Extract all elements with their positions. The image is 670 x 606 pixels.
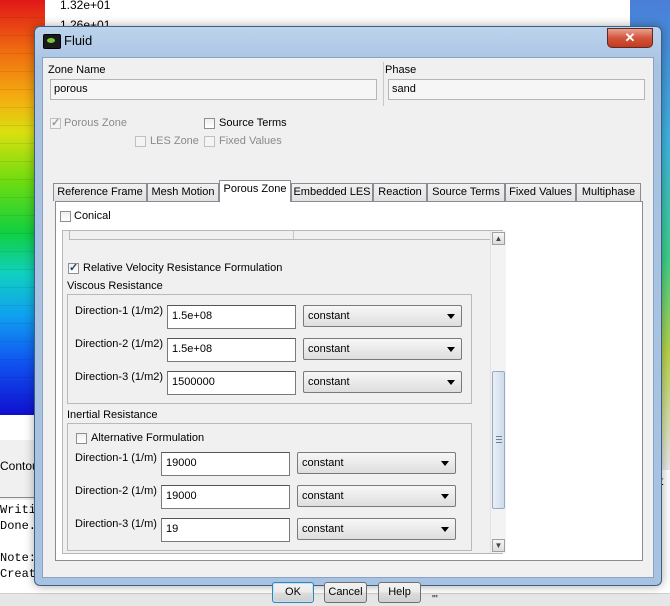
viscous-dir1-label: Direction-1 (1/m2) [75, 305, 164, 317]
upper-group-divider [293, 231, 294, 239]
phase-label: Phase [385, 64, 417, 76]
contours-label: Contou [0, 459, 39, 473]
chevron-down-icon [447, 314, 455, 319]
fixed-values-checkbox[interactable] [204, 136, 215, 147]
viscous-dir3-method-select[interactable]: constant [303, 371, 462, 393]
cancel-button[interactable]: Cancel [324, 582, 367, 603]
tab-embedded-les[interactable]: Embedded LES [291, 183, 373, 201]
viscous-dir2-label: Direction-2 (1/m2) [75, 338, 164, 350]
tab-reaction[interactable]: Reaction [373, 183, 427, 201]
chevron-down-icon [447, 380, 455, 385]
console-line-3: Note: [0, 551, 37, 565]
les-zone-label: LES Zone [150, 135, 199, 147]
dialog-client-area: Zone Name porous Phase sand Porous Zone … [42, 57, 654, 603]
fluent-app-icon [43, 34, 61, 49]
title-bar[interactable]: Fluid ✕ [35, 27, 661, 55]
alternative-formulation-label: Alternative Formulation [91, 432, 205, 444]
console-line-2: Done. [0, 519, 37, 533]
header-divider [383, 62, 384, 106]
conical-label: Conical [74, 210, 111, 222]
scroll-grip-icon [496, 436, 502, 443]
inertial-dir1-label: Direction-1 (1/m) [75, 452, 157, 464]
inertial-dir1-method-select[interactable]: constant [297, 452, 456, 474]
chevron-down-icon [441, 494, 449, 499]
console-line-1: Writi [0, 503, 37, 517]
viscous-dir2-method-select[interactable]: constant [303, 338, 462, 360]
window-title: Fluid [64, 33, 93, 48]
scrollbar-thumb[interactable] [492, 371, 505, 509]
zone-name-field[interactable]: porous [50, 79, 377, 100]
inertial-resistance-group: Alternative Formulation Direction-1 (1/m… [67, 423, 472, 551]
chevron-down-icon [441, 527, 449, 532]
conical-checkbox[interactable] [60, 211, 71, 222]
console-divider [0, 497, 34, 498]
legend-value-max: 1.32e+01 [60, 0, 111, 12]
vertical-scrollbar[interactable]: ▲ ▼ [490, 231, 506, 553]
phase-field[interactable]: sand [388, 79, 645, 100]
help-button[interactable]: Help [378, 582, 421, 603]
inertial-dir2-method-select[interactable]: constant [297, 485, 456, 507]
chevron-down-icon [441, 461, 449, 466]
les-zone-checkbox[interactable] [135, 136, 146, 147]
tab-fixed-values[interactable]: Fixed Values [505, 183, 576, 201]
source-terms-label: Source Terms [219, 117, 287, 129]
inertial-resistance-label: Inertial Resistance [67, 409, 158, 421]
tab-mesh-motion[interactable]: Mesh Motion [147, 183, 219, 201]
relative-velocity-checkbox[interactable] [68, 261, 79, 274]
porous-zone-checkbox[interactable] [50, 116, 61, 129]
viscous-resistance-group: Direction-1 (1/m2) 1.5e+08 constant Dire… [67, 294, 472, 404]
viscous-resistance-label: Viscous Resistance [67, 280, 163, 292]
chevron-down-icon [447, 347, 455, 352]
inertial-dir3-method-select[interactable]: constant [297, 518, 456, 540]
inertial-dir2-input[interactable]: 19000 [161, 485, 290, 509]
alternative-formulation-checkbox[interactable] [76, 433, 87, 444]
upper-group-bottom [69, 231, 491, 240]
relative-velocity-label: Relative Velocity Resistance Formulation [83, 262, 283, 274]
console-line-4: Creat [0, 567, 37, 581]
scroll-up-arrow-icon[interactable]: ▲ [492, 232, 505, 245]
zone-name-label: Zone Name [48, 64, 106, 76]
porous-settings-scroll-area[interactable]: Relative Velocity Resistance Formulation… [62, 230, 503, 554]
close-button[interactable]: ✕ [607, 28, 653, 48]
inertial-dir3-input[interactable]: 19 [161, 518, 290, 542]
tab-multiphase[interactable]: Multiphase [576, 183, 641, 201]
close-icon: ✕ [624, 30, 636, 45]
source-terms-checkbox[interactable] [204, 118, 215, 129]
tab-source-terms[interactable]: Source Terms [427, 183, 505, 201]
viscous-dir1-input[interactable]: 1.5e+08 [167, 305, 296, 329]
tab-porous-zone[interactable]: Porous Zone [219, 180, 291, 202]
tab-reference-frame[interactable]: Reference Frame [53, 183, 147, 201]
viscous-dir1-method-select[interactable]: constant [303, 305, 462, 327]
inertial-dir1-input[interactable]: 19000 [161, 452, 290, 476]
ok-button[interactable]: OK [272, 582, 314, 603]
inertial-dir2-label: Direction-2 (1/m) [75, 485, 157, 497]
inertial-dir3-label: Direction-3 (1/m) [75, 518, 157, 530]
fluid-dialog: Fluid ✕ Zone Name porous Phase sand Poro… [34, 26, 662, 603]
viscous-dir2-input[interactable]: 1.5e+08 [167, 338, 296, 362]
scroll-down-arrow-icon[interactable]: ▼ [492, 539, 505, 552]
viscous-dir3-input[interactable]: 1500000 [167, 371, 296, 395]
bottom-fragment: ''' [432, 594, 438, 605]
porous-zone-label: Porous Zone [64, 117, 127, 129]
fixed-values-label: Fixed Values [219, 135, 282, 147]
viscous-dir3-label: Direction-3 (1/m2) [75, 371, 164, 383]
